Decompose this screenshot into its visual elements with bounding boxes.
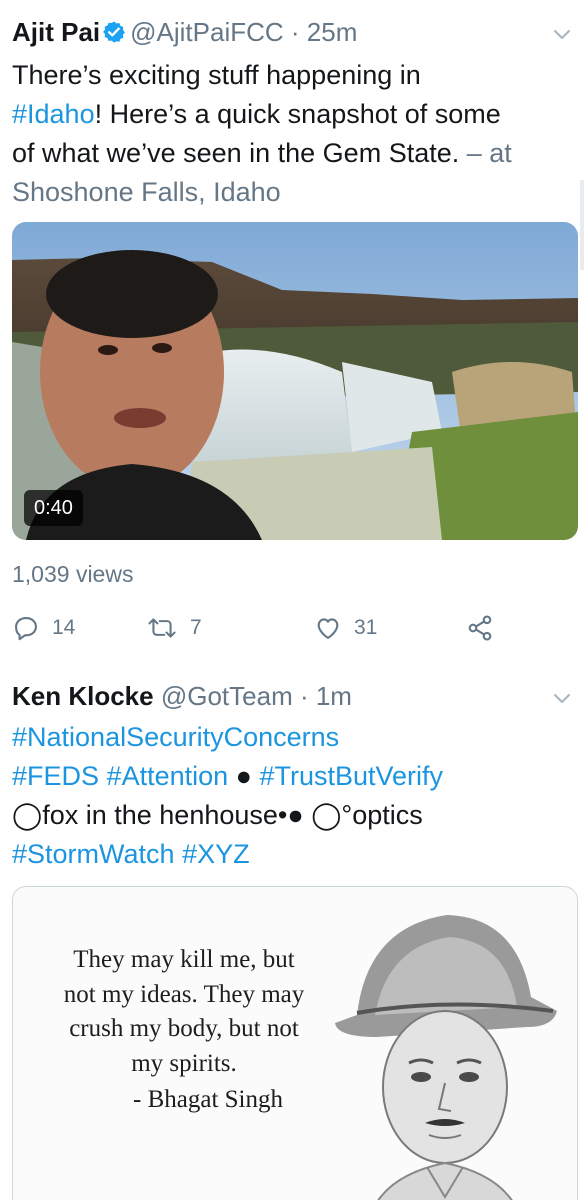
hashtag-stormwatch[interactable]: #StormWatch xyxy=(12,839,175,869)
tweet-header: Ken Klocke @GotTeam · 1m xyxy=(12,680,572,712)
chevron-down-icon[interactable] xyxy=(550,686,574,710)
reply-icon xyxy=(15,617,37,641)
white-circle-emoji: ◯ xyxy=(311,800,342,830)
like-icon xyxy=(317,618,339,639)
tweet-text: There’s exciting stuff happening in #Ida… xyxy=(12,56,570,212)
hashtag-attention[interactable]: #Attention xyxy=(107,761,229,791)
hashtag-nationalsecurityconcerns[interactable]: #NationalSecurityConcerns xyxy=(12,722,339,752)
video-duration: 0:40 xyxy=(24,490,83,526)
author-handle[interactable]: @AjitPaiFCC xyxy=(130,17,284,47)
tweet-ken-klocke[interactable]: Ken Klocke @GotTeam · 1m #NationalSecuri… xyxy=(0,660,584,1200)
retweet-button[interactable]: 7 xyxy=(146,608,202,648)
tweet-text-part: °optics xyxy=(341,800,423,830)
retweet-count: 7 xyxy=(190,616,202,639)
tweet-text-part: There’s exciting stuff happening in xyxy=(12,60,421,90)
tweet-actions: 14 7 31 xyxy=(12,608,532,648)
share-button[interactable] xyxy=(466,608,494,648)
tweet-ajit-pai[interactable]: Ajit Pai @AjitPaiFCC · 25m There’s exciti… xyxy=(0,0,584,660)
reply-count: 14 xyxy=(52,616,76,639)
tweet-text-part: of what we’ve seen in the Gem State. xyxy=(12,138,460,168)
scrollbar[interactable] xyxy=(580,180,584,270)
like-count: 31 xyxy=(354,616,378,639)
hashtag-xyz[interactable]: #XYZ xyxy=(182,839,250,869)
location-link[interactable]: Shoshone Falls, Idaho xyxy=(12,177,281,207)
hashtag-feds[interactable]: #FEDS xyxy=(12,761,99,791)
author-name[interactable]: Ajit Pai xyxy=(12,17,100,47)
separator: · xyxy=(292,681,316,711)
share-icon xyxy=(468,615,492,641)
quote-line: crush my body, but not xyxy=(69,1015,299,1042)
portrait-illustration xyxy=(335,915,557,1200)
hashtag-idaho[interactable]: #Idaho xyxy=(12,99,95,129)
verified-badge-icon xyxy=(102,19,126,51)
tweet-time[interactable]: 25m xyxy=(307,17,358,47)
quote-text: They may kill me, but not my ideas. They… xyxy=(19,943,349,1081)
white-circle-emoji: ◯ xyxy=(12,800,43,830)
chevron-down-icon[interactable] xyxy=(550,22,574,46)
author-handle[interactable]: @GotTeam xyxy=(161,681,293,711)
separator: · xyxy=(283,17,307,47)
quote-line: They may kill me, but xyxy=(73,946,295,973)
tweet-text-part: ! Here’s a quick snapshot of some xyxy=(94,99,501,129)
like-button[interactable]: 31 xyxy=(314,608,377,648)
author-name[interactable]: Ken Klocke xyxy=(12,681,154,711)
tweet-text: #NationalSecurityConcerns #FEDS #Attenti… xyxy=(12,718,570,874)
reply-button[interactable]: 14 xyxy=(12,608,75,648)
retweet-icon xyxy=(148,618,176,638)
tweet-header: Ajit Pai @AjitPaiFCC · 25m xyxy=(12,16,572,51)
video-player[interactable]: 0:40 xyxy=(12,222,578,540)
quote-line: not my ideas. They may xyxy=(63,980,305,1008)
location-prefix: – at xyxy=(459,138,512,168)
black-circle-emoji: ● xyxy=(287,800,304,830)
black-circle-emoji: ● xyxy=(235,761,252,791)
tweet-time[interactable]: 1m xyxy=(316,681,352,711)
quote-line: my spirits. xyxy=(131,1049,237,1077)
tweet-text-part: fox in the henhouse• xyxy=(42,800,288,830)
image-attachment[interactable]: They may kill me, but not my ideas. They… xyxy=(12,886,578,1200)
view-count: 1,039 views xyxy=(12,561,134,587)
video-thumbnail xyxy=(12,222,578,540)
hashtag-trustbutverify[interactable]: #TrustButVerify xyxy=(259,761,443,791)
